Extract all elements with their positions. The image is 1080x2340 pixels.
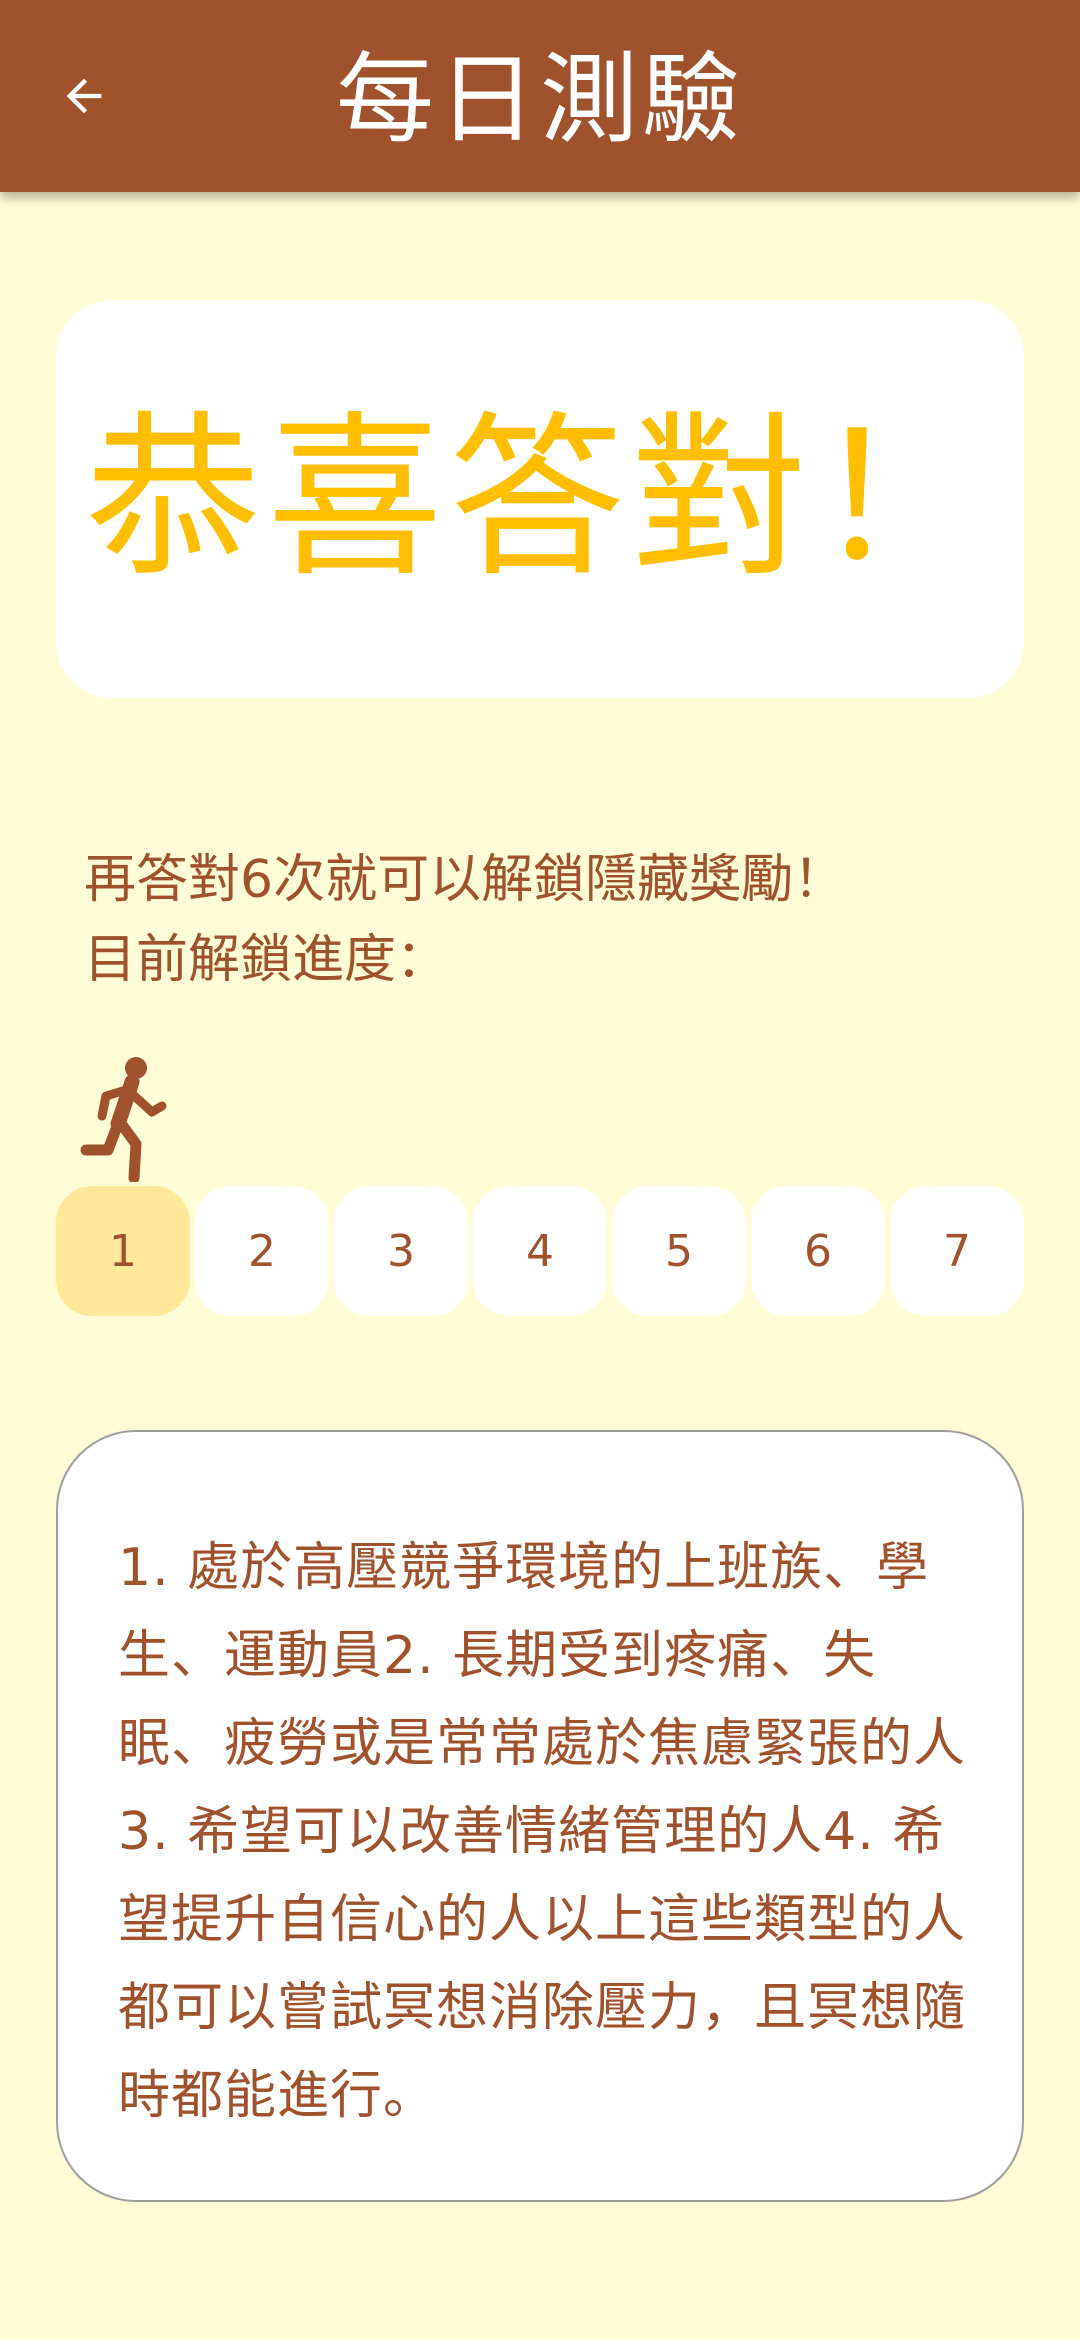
progress-step: 2 [195, 1186, 329, 1316]
page-title: 每日測驗 [335, 43, 744, 157]
description-card[interactable]: 1. 處於高壓競爭環境的上班族、學生、運動員2. 長期受到疼痛、失眠、疲勞或是常… [56, 1430, 1024, 2202]
remaining-answers-text: 再答對6次就可以解鎖隱藏獎勵！ [84, 850, 846, 910]
description-text: 1. 處於高壓競爭環境的上班族、學生、運動員2. 長期受到疼痛、失眠、疲勞或是常… [118, 1538, 967, 2126]
result-message: 恭喜答對！ [84, 396, 995, 601]
progress-step: 4 [473, 1186, 607, 1316]
running-person-icon [80, 1052, 170, 1184]
progress-steps: 1 2 3 4 5 6 7 [56, 1186, 1024, 1316]
progress-label: 目前解鎖進度： [84, 930, 449, 990]
progress-step: 1 [56, 1186, 190, 1316]
app-bar: 每日測驗 [0, 0, 1080, 192]
progress-step: 5 [612, 1186, 746, 1316]
progress-step: 3 [334, 1186, 468, 1316]
progress-step: 6 [751, 1186, 885, 1316]
progress-info: 再答對6次就可以解鎖隱藏獎勵！ 目前解鎖進度： [84, 840, 845, 1000]
progress-step: 7 [890, 1186, 1024, 1316]
result-card: 恭喜答對！ [56, 300, 1024, 698]
